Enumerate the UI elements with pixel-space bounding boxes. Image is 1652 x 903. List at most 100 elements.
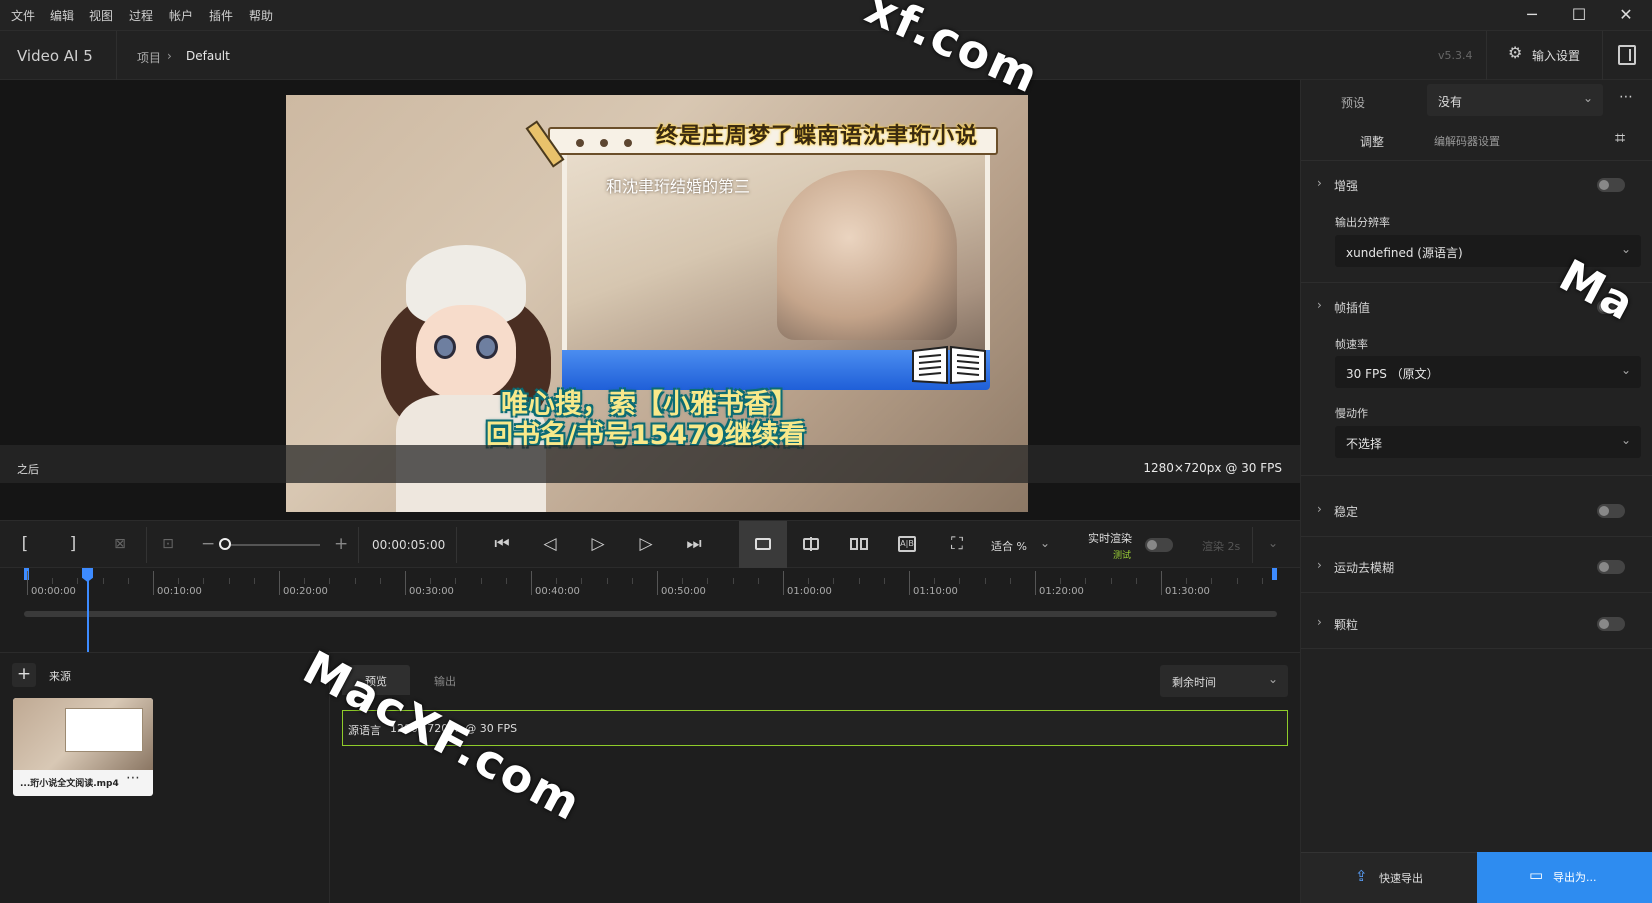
prev-frame-icon[interactable]: ◁ [538,531,562,557]
ruler-major-tick [405,571,406,595]
zoom-out-icon[interactable]: − [201,531,215,557]
crop-icon[interactable]: ⌗ [1615,128,1625,149]
ruler-minor-tick [1110,578,1112,584]
tab-output[interactable]: 输出 [434,673,456,689]
menu-plugins[interactable]: 插件 [209,7,233,24]
ruler-minor-tick [354,578,356,584]
close-button[interactable]: ✕ [1614,4,1638,26]
enhance-expand-chevron-icon[interactable]: › [1317,176,1322,190]
split-view-icon[interactable] [803,537,819,551]
grain-expand-chevron-icon[interactable]: › [1317,615,1322,629]
transport-expand-chevron-icon[interactable]: ⌄ [1268,536,1278,550]
realtime-render-label: 实时渲染 [1088,532,1132,545]
skip-to-end-icon[interactable]: ⏭ [682,531,706,557]
ruler-label: 01:00:00 [787,586,832,597]
next-frame-icon[interactable]: ▷ [634,531,658,557]
minimize-button[interactable]: ─ [1520,4,1544,26]
fullscreen-icon[interactable]: ⛶ [946,531,968,557]
menu-bar: 文件 编辑 视图 过程 帐户 插件 帮助 ─ ☐ ✕ [0,0,1652,31]
enhance-toggle[interactable] [1597,178,1625,192]
fit-zoom-select[interactable]: 适合 % [991,538,1027,554]
timeline[interactable]: 00:00:00 00:10:00 00:20:00 00:30:00 00:40:00… [0,568,1300,652]
tab-codec-settings[interactable]: 编解码器设置 [1434,133,1500,149]
fit-chevron-down-icon[interactable]: ⌄ [1040,536,1050,550]
transport-divider [146,527,147,563]
clear-marks-icon[interactable]: ⊠ [110,531,130,557]
ruler-minor-tick [52,578,54,584]
ruler-label: 00:10:00 [157,586,202,597]
add-source-icon[interactable]: + [12,663,36,687]
view-single-button[interactable] [739,521,787,568]
video-title-text: 终是庄周梦了蝶南语沈聿珩小说 [656,124,979,149]
ruler-major-tick [657,571,658,595]
frame-interp-expand-chevron-icon[interactable]: › [1317,298,1322,312]
slow-motion-select[interactable]: 不选择 ⌄ [1335,426,1641,458]
transport-divider [456,527,457,563]
ruler-minor-tick [556,578,558,584]
preset-select[interactable]: 没有 ⌄ [1427,84,1603,116]
ruler-minor-tick [329,578,331,584]
input-settings-button[interactable]: ⚙ 输入设置 [1508,43,1608,67]
mark-out-button[interactable]: ] [66,531,80,557]
frame-rate-select[interactable]: 30 FPS （原文） ⌄ [1335,356,1641,388]
menu-view[interactable]: 视图 [89,7,113,24]
source-clip-thumbnail [13,698,153,770]
remaining-time-label: 剩余时间 [1172,676,1216,689]
preset-more-icon[interactable]: ⋯ [1619,89,1633,105]
preset-label: 预设 [1341,96,1366,110]
chevron-down-icon: ⌄ [1582,91,1593,105]
ruler-major-tick [783,571,784,595]
mark-in-button[interactable]: [ [18,531,32,557]
quick-export-button[interactable]: ⇪ 快速导出 [1301,852,1477,903]
stabilize-expand-chevron-icon[interactable]: › [1317,502,1322,516]
deblur-expand-chevron-icon[interactable]: › [1317,558,1322,572]
frame-rate-value: 30 FPS （原文） [1346,367,1439,381]
ruler-label: 01:10:00 [913,586,958,597]
side-by-side-icon[interactable] [850,538,868,550]
zoom-slider-track[interactable] [224,544,320,546]
transport-divider [1252,527,1253,563]
export-as-label: 导出为... [1553,871,1597,884]
play-icon[interactable]: ▷ [586,531,610,557]
remaining-time-select[interactable]: 剩余时间 ⌄ [1160,665,1288,697]
toggle-panel-icon[interactable] [1618,45,1636,65]
compare-ab-icon[interactable]: A|B [898,536,916,552]
chevron-down-icon: ⌄ [1620,363,1631,377]
source-clip-card[interactable]: ...珩小说全文阅读.mp4 ⋯ [13,698,153,796]
ruler-minor-tick [732,578,734,584]
ruler-minor-tick [1009,578,1011,584]
ruler-minor-tick [1211,578,1213,584]
grain-toggle[interactable] [1597,617,1625,631]
source-clip-more-icon[interactable]: ⋯ [126,770,140,786]
chevron-down-icon: ⌄ [1620,242,1631,256]
stabilize-toggle[interactable] [1597,504,1625,518]
ruler-minor-tick [606,578,608,584]
output-resolution-label: 输出分辨率 [1335,216,1390,229]
gear-icon: ⚙ [1508,43,1523,62]
maximize-button[interactable]: ☐ [1567,4,1591,26]
breadcrumb-root[interactable]: 项目 [137,49,161,66]
ruler-minor-tick [682,578,684,584]
motion-deblur-toggle[interactable] [1597,560,1625,574]
realtime-render-toggle[interactable] [1145,538,1173,552]
timeline-track[interactable] [24,611,1277,617]
skip-to-start-icon[interactable]: ⏮ [490,531,514,557]
ruler-label: 01:30:00 [1165,586,1210,597]
zoom-in-icon[interactable]: + [334,531,348,557]
video-subtitle-text: 和沈聿珩结婚的第三 [606,177,751,196]
version-label: v5.3.4 [1438,49,1473,62]
menu-process[interactable]: 过程 [129,7,153,24]
menu-account[interactable]: 帐户 [169,7,193,24]
ruler-label: 00:00:00 [31,586,76,597]
panel-divider [1301,648,1652,649]
zoom-fit-icon[interactable]: ⊡ [158,531,178,557]
tab-adjust[interactable]: 调整 [1360,133,1384,150]
menu-file[interactable]: 文件 [11,7,35,24]
export-as-button[interactable]: ▭ 导出为... [1477,852,1652,903]
menu-help[interactable]: 帮助 [249,7,273,24]
slow-motion-value: 不选择 [1346,437,1383,451]
out-point-marker[interactable] [1272,568,1277,580]
playhead-handle[interactable] [82,568,93,582]
zoom-slider-knob[interactable] [219,538,231,550]
menu-edit[interactable]: 编辑 [50,7,74,24]
